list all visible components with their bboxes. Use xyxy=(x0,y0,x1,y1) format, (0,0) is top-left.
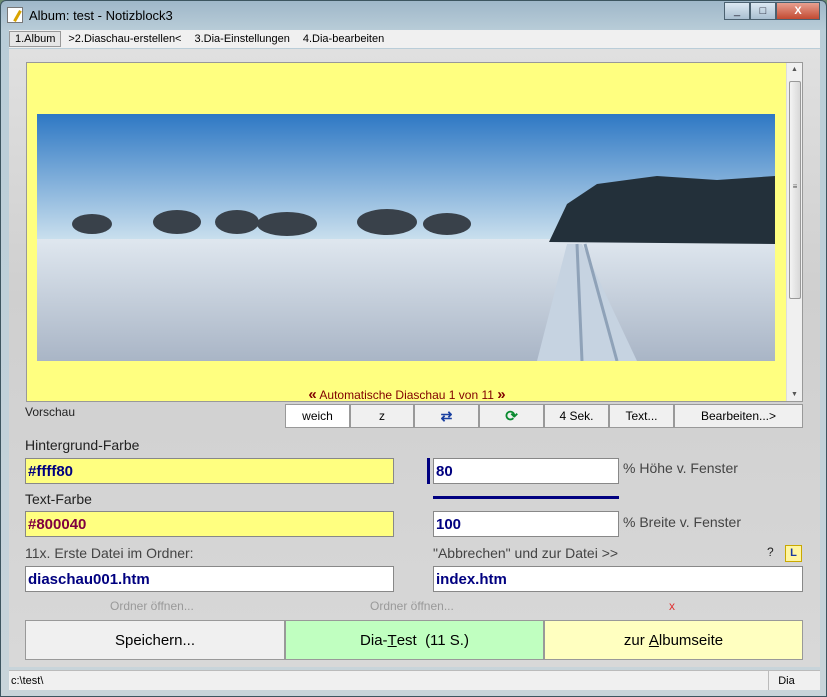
album-accel: A xyxy=(648,631,659,649)
width-label: % Breite v. Fenster xyxy=(623,514,742,530)
preview-label: Vorschau xyxy=(25,405,76,419)
status-mode: Dia xyxy=(768,671,804,690)
close-button[interactable]: X xyxy=(776,2,820,20)
first-file-label: 11x. Erste Datei im Ordner: xyxy=(25,545,194,561)
app-window: Album: test - Notizblock3 _ □ X 1.Album … xyxy=(0,0,827,697)
cancel-file-input[interactable]: index.htm xyxy=(433,566,803,592)
transition-button[interactable]: ⇄ xyxy=(414,404,479,428)
album-page-button[interactable]: zur Albumseite xyxy=(544,620,803,660)
caption-text: Automatische Diaschau 1 von 11 xyxy=(319,388,494,402)
dia-test-button[interactable]: Dia- Test (11 S.) xyxy=(285,620,544,660)
interval-button[interactable]: 4 Sek. xyxy=(544,404,609,428)
weich-button[interactable]: weich xyxy=(285,404,350,428)
scroll-down-icon[interactable]: ▼ xyxy=(791,391,798,398)
first-file-input[interactable]: diaschau001.htm xyxy=(25,566,394,592)
tab-diaschau-erstellen[interactable]: >2.Diaschau-erstellen< xyxy=(62,31,187,47)
dia-test-label-post: est (11 S.) xyxy=(396,631,469,649)
slideshow-caption: « Automatische Diaschau 1 von 11 » xyxy=(27,386,787,403)
maximize-button[interactable]: □ xyxy=(750,2,776,20)
preview-pane: « Automatische Diaschau 1 von 11 » ▲ ≡ ▼ xyxy=(26,62,803,403)
clear-button[interactable]: x xyxy=(669,599,675,613)
bg-color-label: Hintergrund-Farbe xyxy=(25,437,140,453)
open-folder-link-2[interactable]: Ordner öffnen... xyxy=(370,599,454,613)
height-label: % Höhe v. Fenster xyxy=(623,460,738,476)
bg-color-input[interactable]: #ffff80 xyxy=(25,458,394,484)
cancel-file-label: "Abbrechen" und zur Datei >> xyxy=(433,545,619,561)
text-button[interactable]: Text... xyxy=(609,404,674,428)
dia-test-accel: T xyxy=(387,631,397,649)
preview-image xyxy=(37,114,775,361)
open-folder-link-1[interactable]: Ordner öffnen... xyxy=(110,599,194,613)
vertical-scrollbar[interactable]: ▲ ≡ ▼ xyxy=(786,63,802,401)
minimize-button[interactable]: _ xyxy=(724,2,750,20)
help-button[interactable]: ? xyxy=(767,545,774,559)
width-input[interactable]: 100 xyxy=(433,511,619,537)
swap-arrows-icon: ⇄ xyxy=(440,407,453,424)
main-panel: « Automatische Diaschau 1 von 11 » ▲ ≡ ▼… xyxy=(9,49,820,667)
text-color-label: Text-Farbe xyxy=(25,491,92,507)
z-button[interactable]: z xyxy=(350,404,414,428)
dia-test-label-pre: Dia- xyxy=(360,631,388,649)
next-slide-button[interactable]: » xyxy=(497,386,505,403)
width-slider[interactable] xyxy=(433,496,619,499)
scroll-thumb[interactable]: ≡ xyxy=(789,81,801,299)
status-path: c:\test\ xyxy=(11,675,44,687)
height-input[interactable]: 80 xyxy=(433,458,619,484)
save-button[interactable]: Speichern... xyxy=(25,620,285,660)
tab-dia-bearbeiten[interactable]: 4.Dia-bearbeiten xyxy=(297,31,390,47)
album-label-pre: zur xyxy=(623,631,649,649)
folder-l-icon[interactable]: L xyxy=(785,545,802,562)
edit-button[interactable]: Bearbeiten...> xyxy=(674,404,803,428)
tab-album[interactable]: 1.Album xyxy=(9,31,62,47)
tab-dia-einstellungen[interactable]: 3.Dia-Einstellungen xyxy=(188,31,295,47)
scroll-up-icon[interactable]: ▲ xyxy=(791,66,798,73)
window-title: Album: test - Notizblock3 xyxy=(29,7,173,23)
status-bar: c:\test\ Dia xyxy=(9,670,820,690)
notepad-icon xyxy=(7,7,23,23)
prev-slide-button[interactable]: « xyxy=(308,386,316,403)
height-slider[interactable] xyxy=(427,458,430,484)
album-label-post: lbumseite xyxy=(658,631,724,649)
tab-bar: 1.Album >2.Diaschau-erstellen< 3.Dia-Ein… xyxy=(9,30,820,48)
refresh-button[interactable]: ⟳ xyxy=(479,404,544,428)
title-bar: Album: test - Notizblock3 xyxy=(7,4,173,26)
text-color-input[interactable]: #800040 xyxy=(25,511,394,537)
refresh-icon: ⟳ xyxy=(505,408,518,425)
